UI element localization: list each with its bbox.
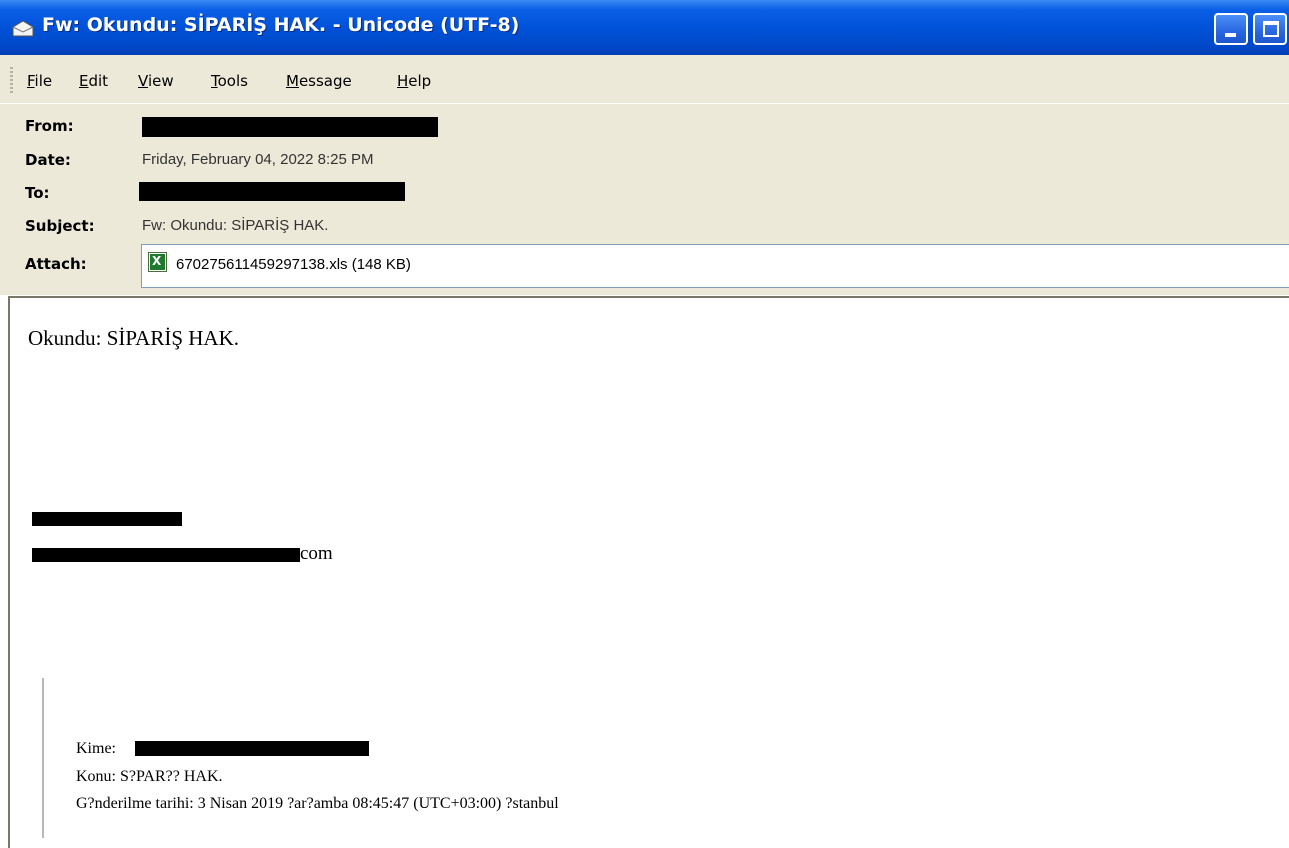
from-label: From: [25,117,74,135]
attach-label: Attach: [25,255,87,273]
menu-message[interactable]: Message [286,72,352,90]
signature-email-domain: com [300,543,333,564]
message-header: From: Date: Friday, February 04, 2022 8:… [0,103,1289,295]
quote-kime-redacted [135,741,369,756]
window-title: Fw: Okundu: SİPARİŞ HAK. - Unicode (UTF-… [42,14,520,36]
message-body[interactable]: Okundu: SİPARİŞ HAK. com Kime: Konu: S?P… [8,296,1289,848]
quote-divider [42,678,44,838]
menu-file[interactable]: File [27,72,52,90]
menu-view[interactable]: View [138,72,174,90]
signature-email-redacted [32,548,300,562]
menu-tools[interactable]: Tools [211,72,248,90]
maximize-button[interactable] [1253,13,1287,45]
quote-konu: Konu: S?PAR?? HAK. [76,768,223,785]
to-label: To: [25,184,50,202]
signature-name-redacted [32,512,182,526]
envelope-icon [12,20,34,37]
toolbar-grip[interactable] [10,67,13,93]
menu-edit[interactable]: Edit [79,72,108,90]
menu-help[interactable]: Help [397,72,431,90]
date-label: Date: [25,151,71,169]
body-heading: Okundu: SİPARİŞ HAK. [28,326,240,350]
menu-bar: File Edit View Tools Message Help [0,55,1289,103]
excel-file-icon[interactable]: X [148,252,167,272]
date-value: Friday, February 04, 2022 8:25 PM [142,151,374,168]
attachment-link[interactable]: 670275611459297138.xls (148 KB) [176,256,411,273]
minimize-button[interactable] [1214,13,1248,45]
maximize-icon [1263,21,1279,37]
to-redacted [139,182,405,201]
quote-kime-label: Kime: [76,740,116,757]
attachment-box: X 670275611459297138.xls (148 KB) [141,244,1289,288]
subject-value: Fw: Okundu: SİPARİŞ HAK. [142,217,329,234]
minimize-icon [1225,33,1236,37]
quote-date: G?nderilme tarihi: 3 Nisan 2019 ?ar?amba… [76,795,559,812]
from-redacted [142,117,438,137]
title-bar: Fw: Okundu: SİPARİŞ HAK. - Unicode (UTF-… [0,0,1289,55]
subject-label: Subject: [25,217,95,235]
